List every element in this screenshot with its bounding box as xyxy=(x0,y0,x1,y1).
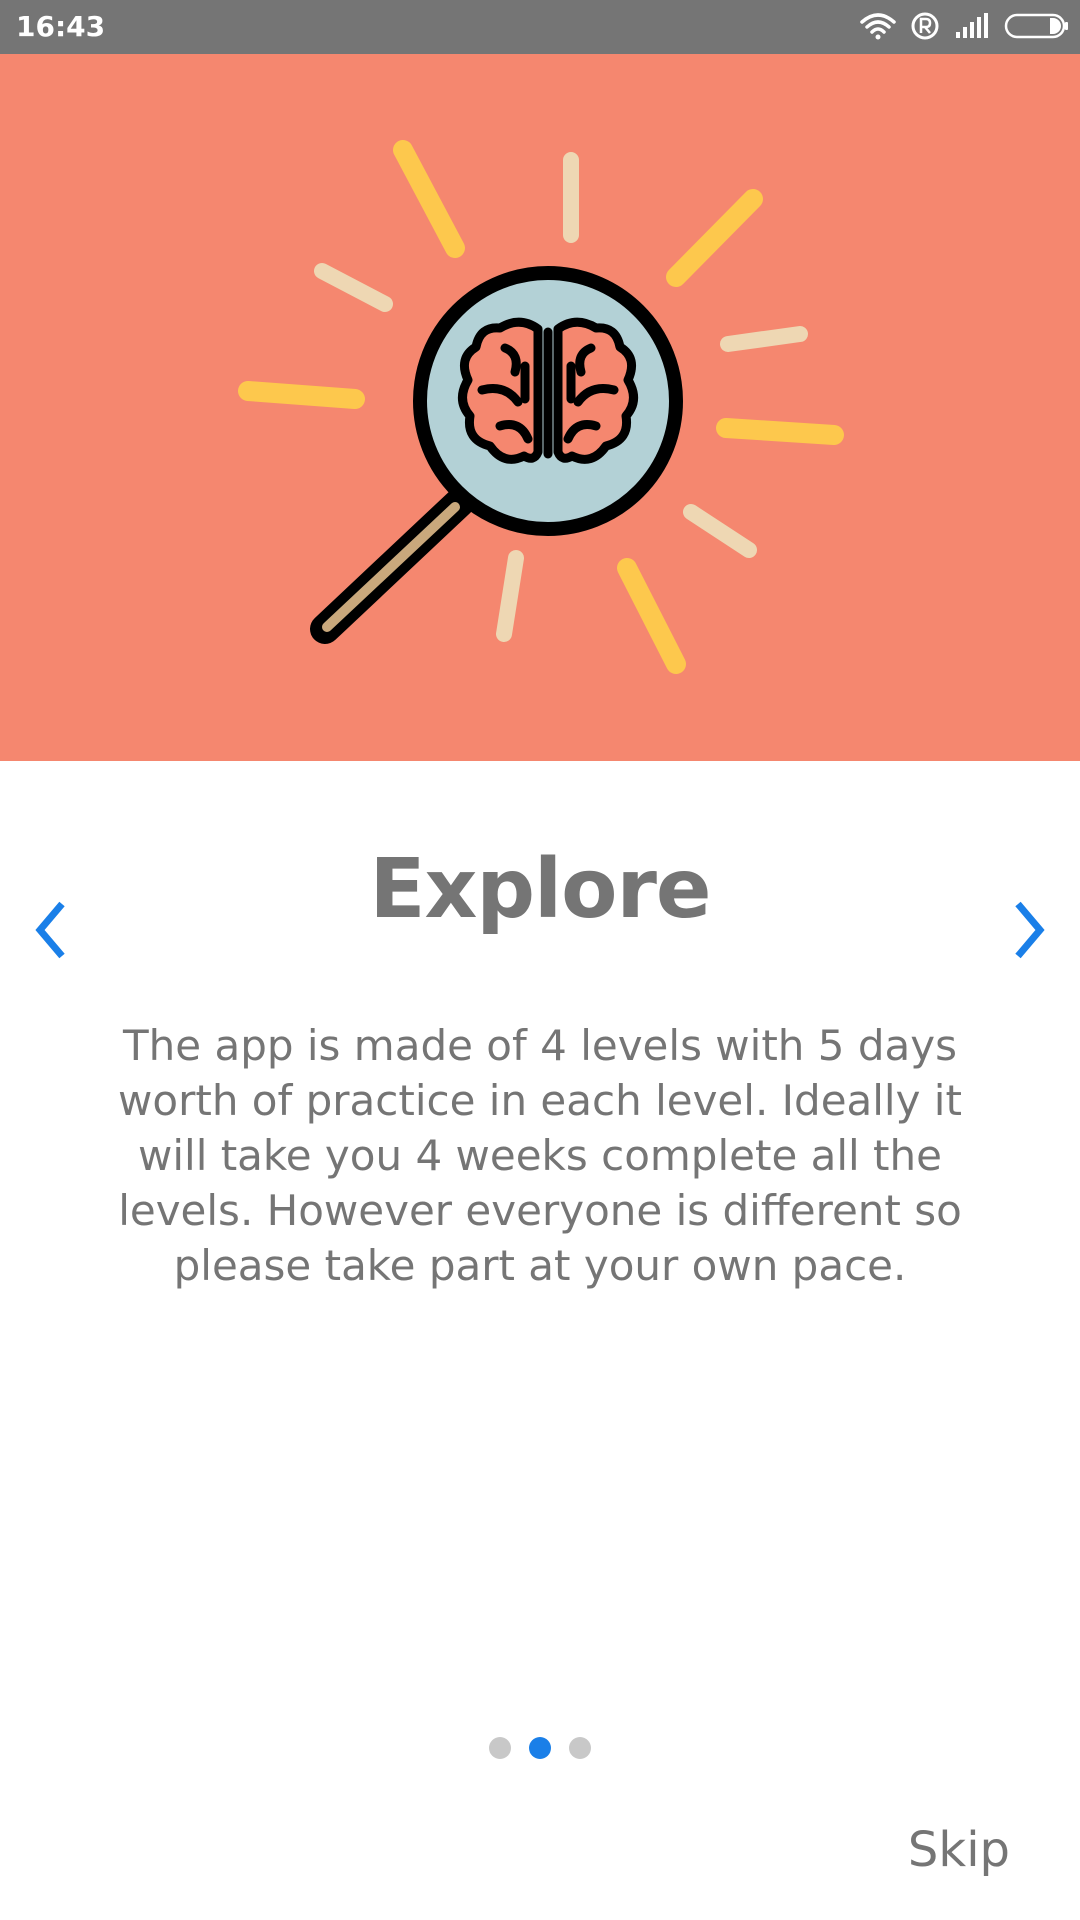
page-indicator xyxy=(0,1737,1080,1759)
page-dot-2-active[interactable] xyxy=(529,1737,551,1759)
registered-icon xyxy=(910,11,940,46)
status-bar: 16:43 xyxy=(0,0,1080,54)
slide-description: The app is made of 4 levels with 5 days … xyxy=(118,1021,962,1290)
page-dot-1[interactable] xyxy=(489,1737,511,1759)
wifi-icon xyxy=(860,12,896,45)
status-icons xyxy=(860,8,1070,48)
skip-button[interactable]: Skip xyxy=(908,1820,1010,1880)
cellular-signal-icon xyxy=(954,12,990,45)
magnifying-glass-brain-icon xyxy=(238,140,844,674)
hero-banner xyxy=(0,54,1080,761)
slide-title: Explore xyxy=(369,842,711,937)
battery-icon xyxy=(1004,12,1070,45)
page-dot-3[interactable] xyxy=(569,1737,591,1759)
status-time: 16:43 xyxy=(16,10,106,43)
